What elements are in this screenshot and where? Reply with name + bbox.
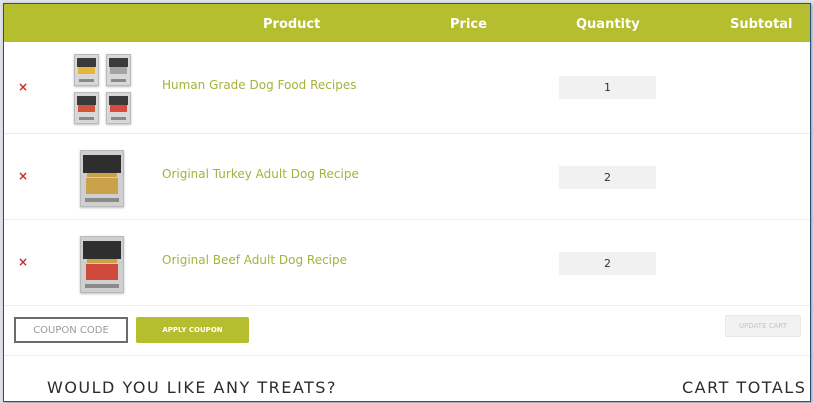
cart-totals-heading: CART TOTALS (682, 378, 807, 397)
header-subtotal: Subtotal (730, 17, 793, 32)
cart-row: × Original Beef Adult Dog Recipe (4, 220, 810, 306)
cart-row: × Human Grade Dog Food Recipes (4, 42, 810, 134)
quantity-input[interactable] (559, 166, 656, 189)
treats-heading: WOULD YOU LIKE ANY TREATS? (47, 378, 337, 397)
cart-row: × Original Turkey Adult Dog Recipe (4, 134, 810, 220)
package-icon (74, 54, 99, 86)
package-icon (106, 92, 131, 124)
product-name-link[interactable]: Human Grade Dog Food Recipes (162, 78, 356, 92)
update-cart-button[interactable]: UPDATE CART (725, 315, 801, 337)
package-icon (106, 54, 131, 86)
quantity-input[interactable] (559, 76, 656, 99)
product-bag-image[interactable] (80, 150, 124, 207)
cart-actions: APPLY COUPON UPDATE CART (4, 306, 810, 356)
product-bag-image[interactable] (80, 236, 124, 293)
remove-item-icon[interactable]: × (18, 169, 28, 183)
header-quantity: Quantity (576, 17, 640, 32)
quantity-input[interactable] (559, 252, 656, 275)
coupon-code-input[interactable] (14, 317, 128, 343)
package-icon (74, 92, 99, 124)
header-price: Price (450, 17, 487, 32)
remove-item-icon[interactable]: × (18, 80, 28, 94)
header-product: Product (263, 17, 321, 32)
product-bundle-image[interactable] (74, 54, 131, 124)
cart-page: Product Price Quantity Subtotal × Human … (3, 3, 811, 402)
remove-item-icon[interactable]: × (18, 255, 28, 269)
product-name-link[interactable]: Original Turkey Adult Dog Recipe (162, 167, 359, 181)
apply-coupon-button[interactable]: APPLY COUPON (136, 317, 249, 343)
cart-table-header: Product Price Quantity Subtotal (4, 4, 810, 42)
product-name-link[interactable]: Original Beef Adult Dog Recipe (162, 253, 347, 267)
